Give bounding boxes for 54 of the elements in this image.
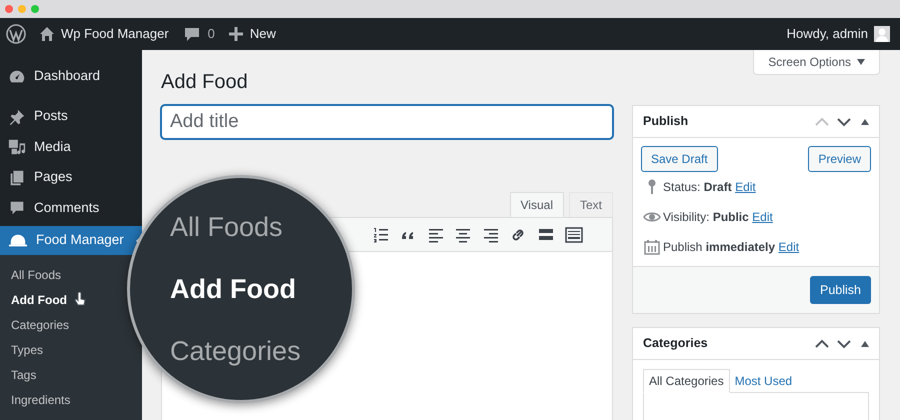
collapse-triangle-icon[interactable] [861, 118, 869, 124]
sidebar-item[interactable]: Food Manager [0, 226, 142, 255]
new-link[interactable]: New [250, 24, 276, 44]
publish-setting-text: Publish immediately Edit [663, 239, 800, 256]
site-name-link[interactable]: Wp Food Manager [61, 24, 169, 44]
category-tab[interactable]: Most Used [730, 369, 798, 393]
editor-tab[interactable]: Visual [510, 192, 564, 217]
comment-icon[interactable] [184, 26, 200, 42]
edit-link[interactable]: Edit [752, 210, 773, 224]
cloche-icon [8, 232, 28, 250]
hand-pointer-icon [74, 292, 86, 306]
sidebar-item[interactable]: Comments [0, 194, 142, 222]
read-more-icon[interactable] [538, 226, 554, 242]
wordpress-logo-icon[interactable] [6, 24, 26, 44]
save-draft-button[interactable]: Save Draft [641, 146, 718, 172]
publish-setting-text: Status: Draft Edit [663, 179, 756, 196]
align-left-icon[interactable] [428, 226, 444, 242]
sidebar-item[interactable]: Posts [0, 102, 142, 131]
comment-icon [8, 199, 26, 217]
greeting-link[interactable]: Howdy, admin [786, 24, 868, 44]
comment-count[interactable]: 0 [208, 24, 215, 44]
chevron-up-icon[interactable] [815, 338, 829, 348]
home-icon[interactable] [39, 26, 55, 42]
sidebar-item[interactable]: Media [0, 132, 142, 162]
panel-title: Publish [643, 113, 688, 130]
publish-button[interactable]: Publish [810, 276, 871, 304]
edit-link[interactable]: Edit [735, 180, 756, 194]
sidebar-item[interactable]: Dashboard [0, 62, 142, 91]
chevron-down-icon[interactable] [837, 338, 851, 348]
align-right-icon[interactable] [482, 226, 498, 242]
edit-link[interactable]: Edit [778, 240, 800, 254]
page-title: Add Food [161, 70, 249, 94]
pages-icon [8, 168, 26, 186]
title-field[interactable]: Add title [161, 105, 613, 139]
eye-icon [643, 211, 661, 223]
sidebar-item[interactable]: Pages [0, 163, 142, 192]
gauge-icon [8, 68, 26, 86]
link-icon[interactable] [510, 226, 526, 242]
publish-setting-text: Visibility: Public Edit [663, 209, 773, 226]
preview-button[interactable]: Preview [808, 146, 871, 172]
panel-title: Categories [643, 335, 708, 352]
keyboard-icon[interactable] [565, 226, 583, 242]
numbered-list-icon[interactable] [372, 226, 388, 242]
chevron-down-icon[interactable] [837, 116, 851, 126]
media-icon [8, 138, 26, 156]
pin-icon [8, 108, 26, 126]
calendar-icon [644, 239, 660, 255]
editor-tab[interactable]: Text [568, 192, 613, 217]
screen-options-button[interactable]: Screen Options [753, 50, 880, 75]
category-tab[interactable]: All Categories [643, 369, 730, 393]
collapse-triangle-icon[interactable] [861, 340, 869, 346]
pin-icon [646, 179, 658, 195]
plus-icon[interactable] [228, 27, 243, 41]
align-center-icon[interactable] [455, 226, 471, 242]
